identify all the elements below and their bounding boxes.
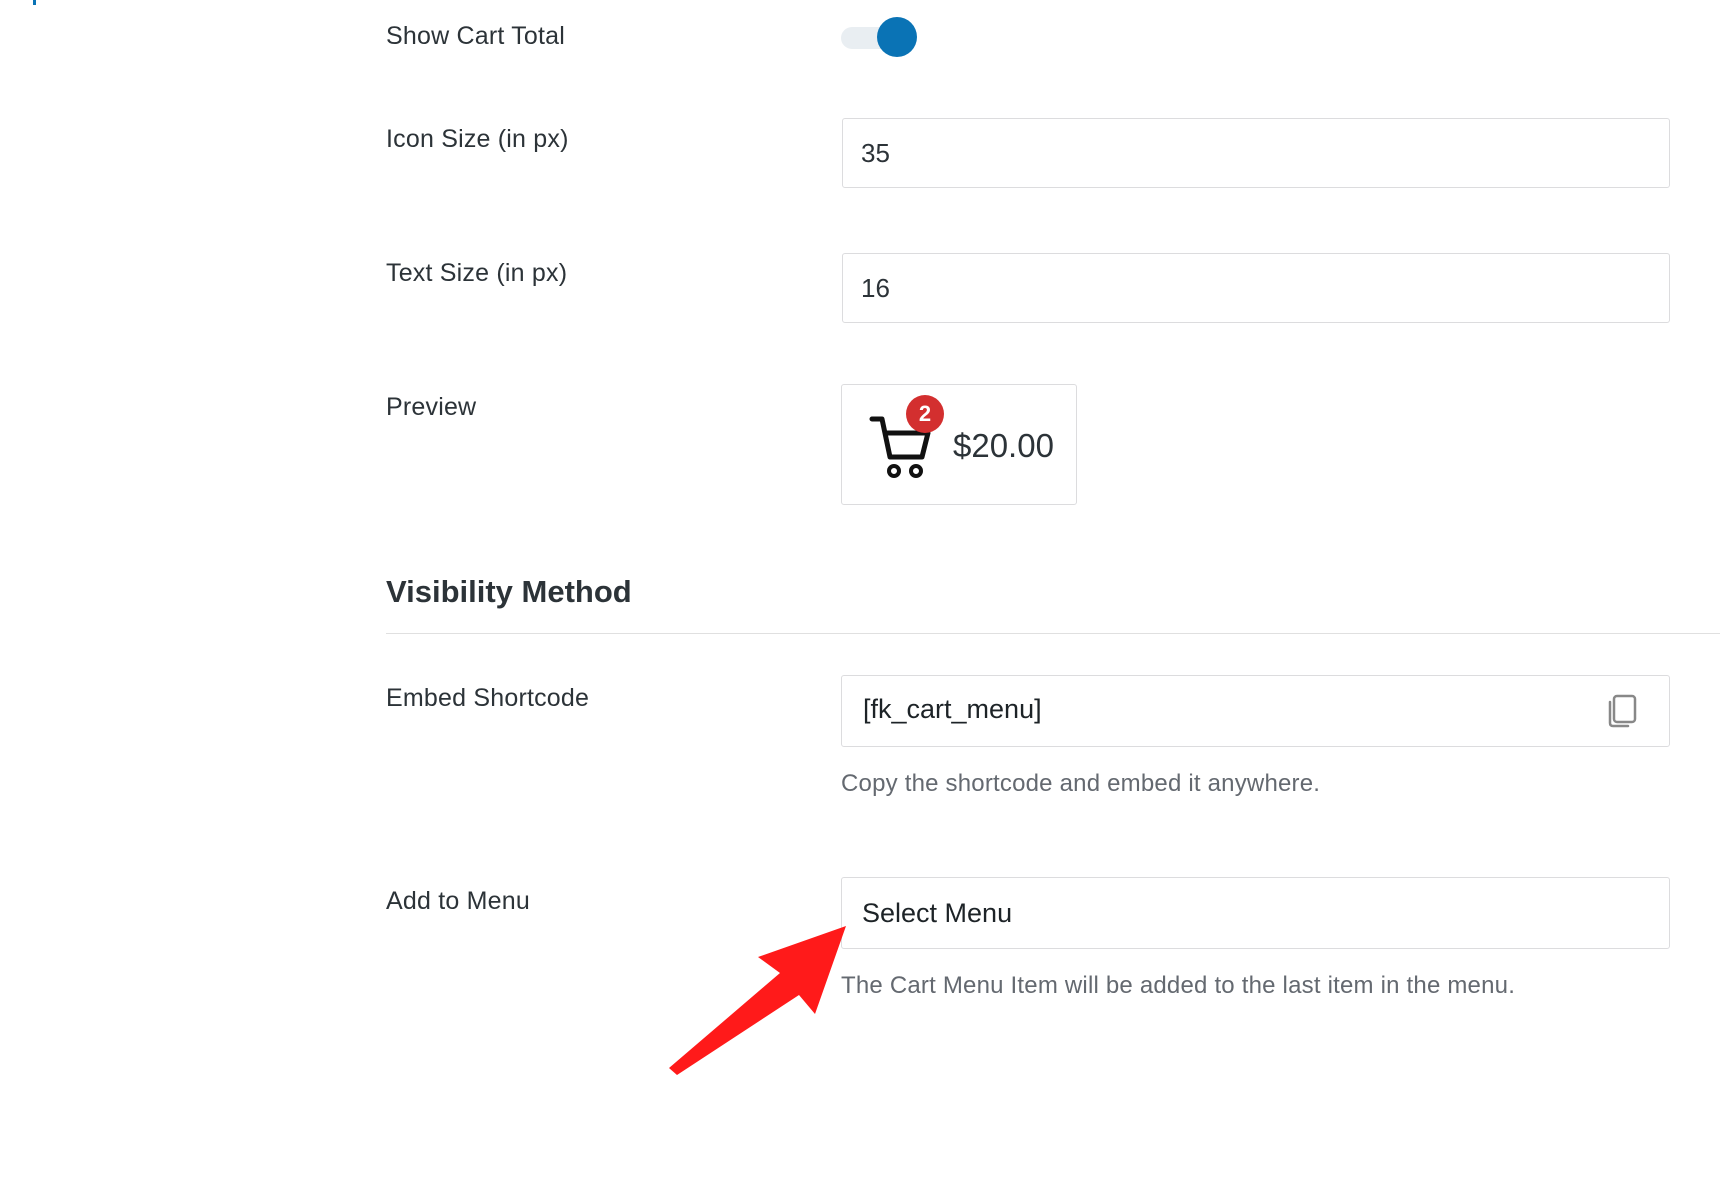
cart-count-badge: 2	[906, 395, 944, 433]
show-cart-total-label: Show Cart Total	[386, 22, 566, 50]
shortcode-value: [fk_cart_menu]	[863, 694, 1042, 724]
section-divider	[386, 633, 1720, 634]
text-size-input[interactable]	[842, 253, 1670, 323]
nav-edge-indicator	[33, 0, 36, 5]
visibility-method-heading: Visibility Method	[386, 574, 632, 609]
cart-preview: 2 $20.00	[841, 384, 1077, 505]
add-to-menu-label: Add to Menu	[386, 887, 530, 915]
shortcode-field[interactable]: [fk_cart_menu]	[841, 675, 1670, 747]
cart-total-price: $20.00	[953, 427, 1054, 464]
annotation-arrow	[669, 926, 846, 1075]
preview-label: Preview	[386, 393, 477, 421]
show-cart-total-toggle[interactable]	[841, 17, 917, 57]
menu-help-text: The Cart Menu Item will be added to the …	[841, 972, 1516, 999]
shortcode-help-text: Copy the shortcode and embed it anywhere…	[841, 770, 1321, 797]
icon-size-input[interactable]	[842, 118, 1670, 188]
copy-icon[interactable]	[1604, 693, 1638, 729]
embed-shortcode-label: Embed Shortcode	[386, 684, 590, 712]
icon-size-label: Icon Size (in px)	[386, 125, 569, 153]
menu-select-value: Select Menu	[862, 898, 1013, 928]
text-size-label: Text Size (in px)	[386, 259, 568, 287]
menu-select[interactable]: Select Menu	[841, 877, 1670, 949]
toggle-knob	[877, 17, 917, 57]
